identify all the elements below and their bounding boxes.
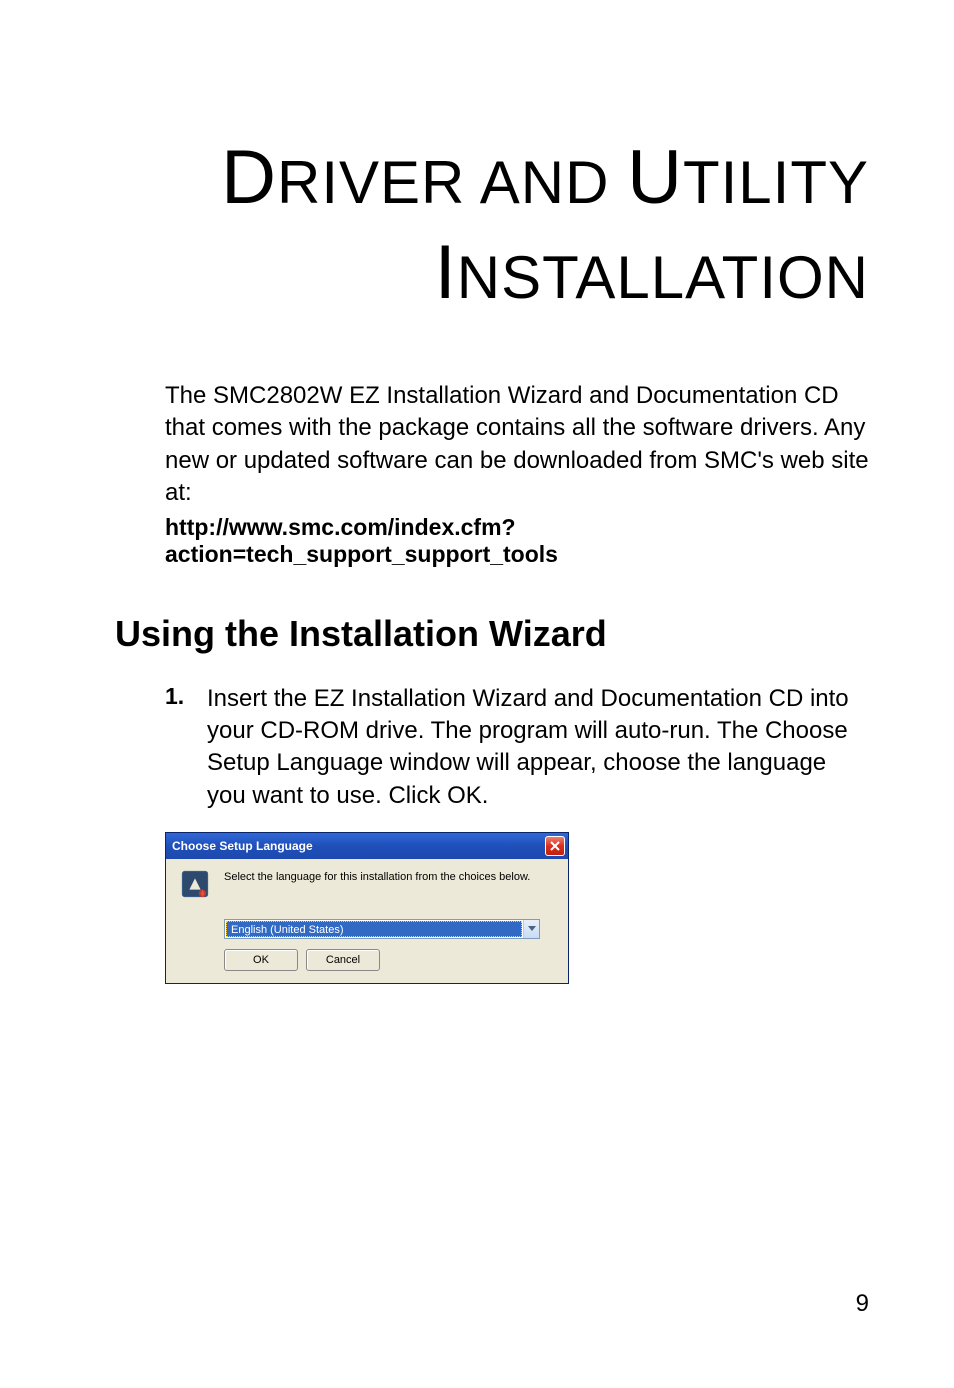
chevron-down-icon [528,926,536,932]
step-number: 1. [165,683,207,813]
close-button[interactable] [545,836,565,856]
title-cap-u: U [627,135,683,220]
title-cap-i: I [435,230,457,315]
dropdown-arrow[interactable] [523,920,539,938]
dialog-instruction-text: Select the language for this installatio… [224,869,530,883]
intro-paragraph: The SMC2802W EZ Installation Wizard and … [165,380,869,510]
cancel-button[interactable]: Cancel [306,949,380,971]
support-url: http://www.smc.com/index.cfm?action=tech… [165,514,869,568]
dialog-title: Choose Setup Language [172,839,313,853]
page-number: 9 [856,1290,869,1318]
dialog-body: Select the language for this installatio… [166,859,568,983]
close-icon [550,841,560,851]
choose-setup-language-dialog: Choose Setup Language Select the languag… [165,832,569,984]
ok-button[interactable]: OK [224,949,298,971]
section-heading: Using the Installation Wizard [115,613,869,655]
title-cap-d: D [221,135,277,220]
step-1: 1. Insert the EZ Installation Wizard and… [165,683,869,813]
language-select[interactable]: English (United States) [224,919,540,939]
title-text-2: TILITY [683,149,869,216]
page-title: DRIVER AND UTILITY INSTALLATION [115,130,869,320]
setup-icon [180,869,210,899]
dialog-instruction-row: Select the language for this installatio… [180,869,554,899]
dialog-titlebar: Choose Setup Language [166,833,568,859]
language-selected-value: English (United States) [226,921,522,937]
step-text: Insert the EZ Installation Wizard and Do… [207,683,869,813]
title-text-3: NSTALLATION [457,244,869,311]
dialog-button-row: OK Cancel [224,949,554,971]
title-text-1: RIVER AND [277,149,627,216]
